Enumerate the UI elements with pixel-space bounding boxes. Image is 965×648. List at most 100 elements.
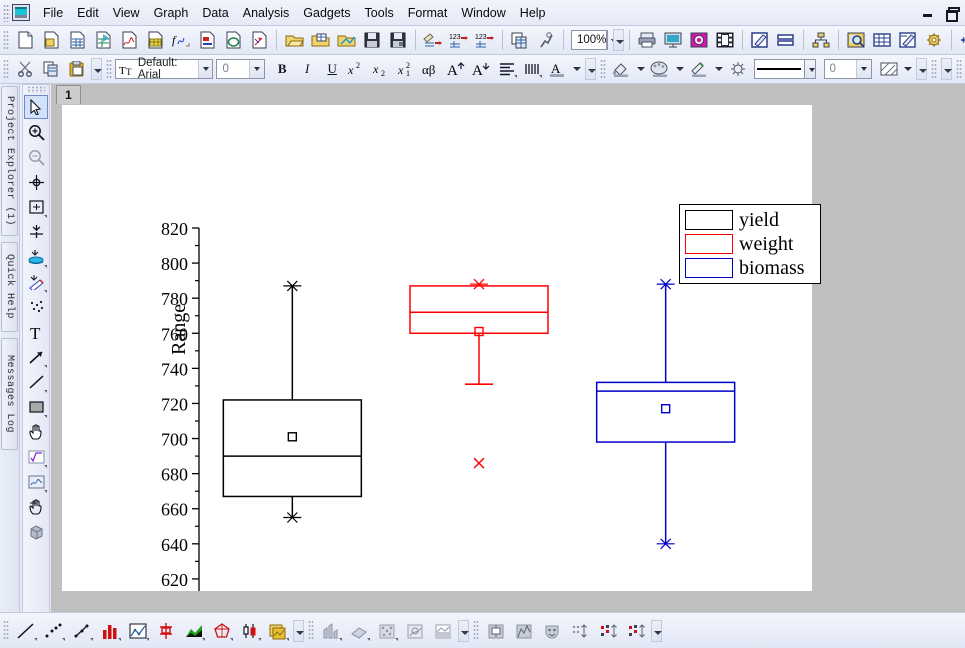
box-chart-plot[interactable]: 600620640660680700720740760780800820yiel… — [62, 105, 812, 591]
legend-entry-biomass[interactable]: biomass — [685, 257, 815, 279]
zoom-in-icon[interactable] — [24, 120, 48, 144]
rectangle-tool-icon[interactable] — [24, 395, 48, 419]
arrow-tool-icon[interactable] — [24, 345, 48, 369]
lighting-icon[interactable] — [727, 58, 750, 81]
menu-item-help[interactable]: Help — [513, 2, 553, 24]
edit-toolbar-overflow-button[interactable] — [91, 58, 102, 80]
text-color-dropdown-icon[interactable] — [571, 58, 583, 81]
cube-tool-icon[interactable] — [24, 520, 48, 544]
import-multiple-ascii-icon[interactable]: 123 — [473, 28, 497, 52]
pattern-icon[interactable] — [877, 58, 900, 81]
menu-item-edit[interactable]: Edit — [70, 2, 106, 24]
menu-item-view[interactable]: View — [106, 2, 147, 24]
scatter-matrix-icon[interactable] — [567, 618, 593, 644]
open-excel-icon[interactable] — [308, 28, 332, 52]
super-subscript-icon[interactable]: x21 — [396, 58, 419, 81]
3d-bar-caret-icon[interactable] — [339, 637, 342, 641]
scatter-plot-caret-icon[interactable] — [62, 637, 65, 641]
graph-toolbar-grip[interactable] — [3, 620, 9, 641]
equation-tool-caret-icon[interactable] — [44, 465, 47, 468]
scatter-plot-icon[interactable] — [41, 618, 67, 644]
polar-plot-icon[interactable] — [209, 618, 235, 644]
font-size-dropdown-arrow-icon[interactable] — [249, 60, 265, 78]
line-style-dropdown-arrow-icon[interactable] — [804, 59, 817, 79]
style-toolbar-grip[interactable] — [599, 58, 606, 80]
new-notes-icon[interactable] — [221, 28, 245, 52]
line-color-dropdown-icon[interactable] — [713, 58, 725, 81]
new-linked-note-icon[interactable] — [247, 28, 271, 52]
regional-mask-icon[interactable] — [24, 295, 48, 319]
screen-reader-icon[interactable] — [24, 220, 48, 244]
stack-plot-icon[interactable] — [265, 618, 291, 644]
new-layout-icon[interactable] — [195, 28, 219, 52]
format-toolbar-end-grip[interactable] — [931, 58, 938, 80]
zoom-level-input[interactable]: 100% — [571, 30, 608, 50]
font-size-select[interactable]: 0 — [216, 59, 266, 79]
new-project-icon[interactable] — [13, 28, 37, 52]
new-matrix-icon[interactable] — [143, 28, 167, 52]
high-low-close-icon[interactable] — [153, 618, 179, 644]
line-color-icon[interactable] — [688, 58, 711, 81]
3d-toolbar-grip[interactable] — [308, 620, 314, 641]
zoom-dropdown-arrow-icon[interactable] — [607, 30, 618, 50]
stack-caret-icon[interactable] — [538, 74, 542, 78]
line-style-select[interactable] — [753, 59, 805, 79]
duplicate-icon[interactable] — [508, 28, 532, 52]
zoom-panel-icon[interactable] — [844, 28, 868, 52]
tools-palette-grip[interactable] — [27, 86, 45, 93]
image-plot-icon[interactable] — [430, 618, 456, 644]
polar-plot-caret-icon[interactable] — [230, 637, 233, 641]
zoom-out-icon[interactable] — [24, 145, 48, 169]
menu-item-file[interactable]: File — [36, 2, 70, 24]
rectangle-tool-caret-icon[interactable] — [44, 415, 47, 418]
menu-item-tools[interactable]: Tools — [358, 2, 401, 24]
stack-icon[interactable] — [521, 58, 544, 81]
area-plot-caret-icon[interactable] — [146, 637, 149, 641]
style-toolbar-overflow-button[interactable] — [916, 58, 928, 80]
candlestick-caret-icon[interactable] — [258, 637, 261, 641]
graph-page[interactable]: Range 6006206406606807007207407607808008… — [62, 105, 821, 591]
data-selector-caret-icon[interactable] — [44, 290, 47, 293]
sidebar-item-project-explorer[interactable]: Project Explorer (1) — [1, 86, 18, 236]
column-plot-icon[interactable] — [97, 618, 123, 644]
italic-icon[interactable]: I — [296, 58, 319, 81]
print-icon[interactable] — [635, 28, 659, 52]
font-toolbar-grip[interactable] — [106, 58, 112, 80]
pattern-dropdown-icon[interactable] — [902, 58, 914, 81]
3d-scatter-icon[interactable] — [374, 618, 400, 644]
hand-tool-icon[interactable] — [24, 420, 48, 444]
box-chart-icon[interactable] — [483, 618, 509, 644]
superscript-icon[interactable]: x2 — [346, 58, 369, 81]
open-icon[interactable] — [282, 28, 306, 52]
legend-entry-weight[interactable]: weight — [685, 233, 815, 255]
data-reader-icon[interactable] — [24, 245, 48, 269]
menu-item-data[interactable]: Data — [195, 2, 235, 24]
open-template-icon[interactable] — [334, 28, 358, 52]
save-template-icon[interactable] — [386, 28, 410, 52]
scale-to-region-icon[interactable] — [24, 195, 48, 219]
region-tool-caret-icon[interactable] — [44, 490, 47, 493]
menu-item-graph[interactable]: Graph — [147, 2, 196, 24]
candlestick-icon[interactable] — [237, 618, 263, 644]
3d-toolbar-overflow-button[interactable] — [458, 619, 469, 642]
histogram-icon[interactable] — [511, 618, 537, 644]
new-workbook-icon[interactable] — [65, 28, 89, 52]
align-caret-icon[interactable] — [513, 74, 517, 78]
minimize-button[interactable] — [921, 6, 935, 20]
menu-item-format[interactable]: Format — [401, 2, 455, 24]
underline-icon[interactable]: U — [321, 58, 344, 81]
sidebar-item-messages-log[interactable]: Messages Log — [1, 338, 18, 450]
stats-plot-toolbar-grip[interactable] — [473, 620, 479, 641]
line-tool-caret-icon[interactable] — [44, 390, 47, 393]
fill-area-caret-icon[interactable] — [202, 637, 205, 641]
line-plot-icon[interactable] — [13, 618, 39, 644]
layer-tab-1[interactable]: 1 — [56, 85, 81, 104]
data-reader-caret-icon[interactable] — [44, 265, 47, 268]
equation-tool-icon[interactable] — [24, 445, 48, 469]
annotation-icon[interactable] — [748, 28, 772, 52]
decrease-font-icon[interactable]: A — [471, 58, 494, 81]
menu-item-window[interactable]: Window — [454, 2, 512, 24]
3d-bar-icon[interactable] — [318, 618, 344, 644]
line-width-dropdown-arrow-icon[interactable] — [856, 60, 872, 78]
subscript-icon[interactable]: x2 — [371, 58, 394, 81]
